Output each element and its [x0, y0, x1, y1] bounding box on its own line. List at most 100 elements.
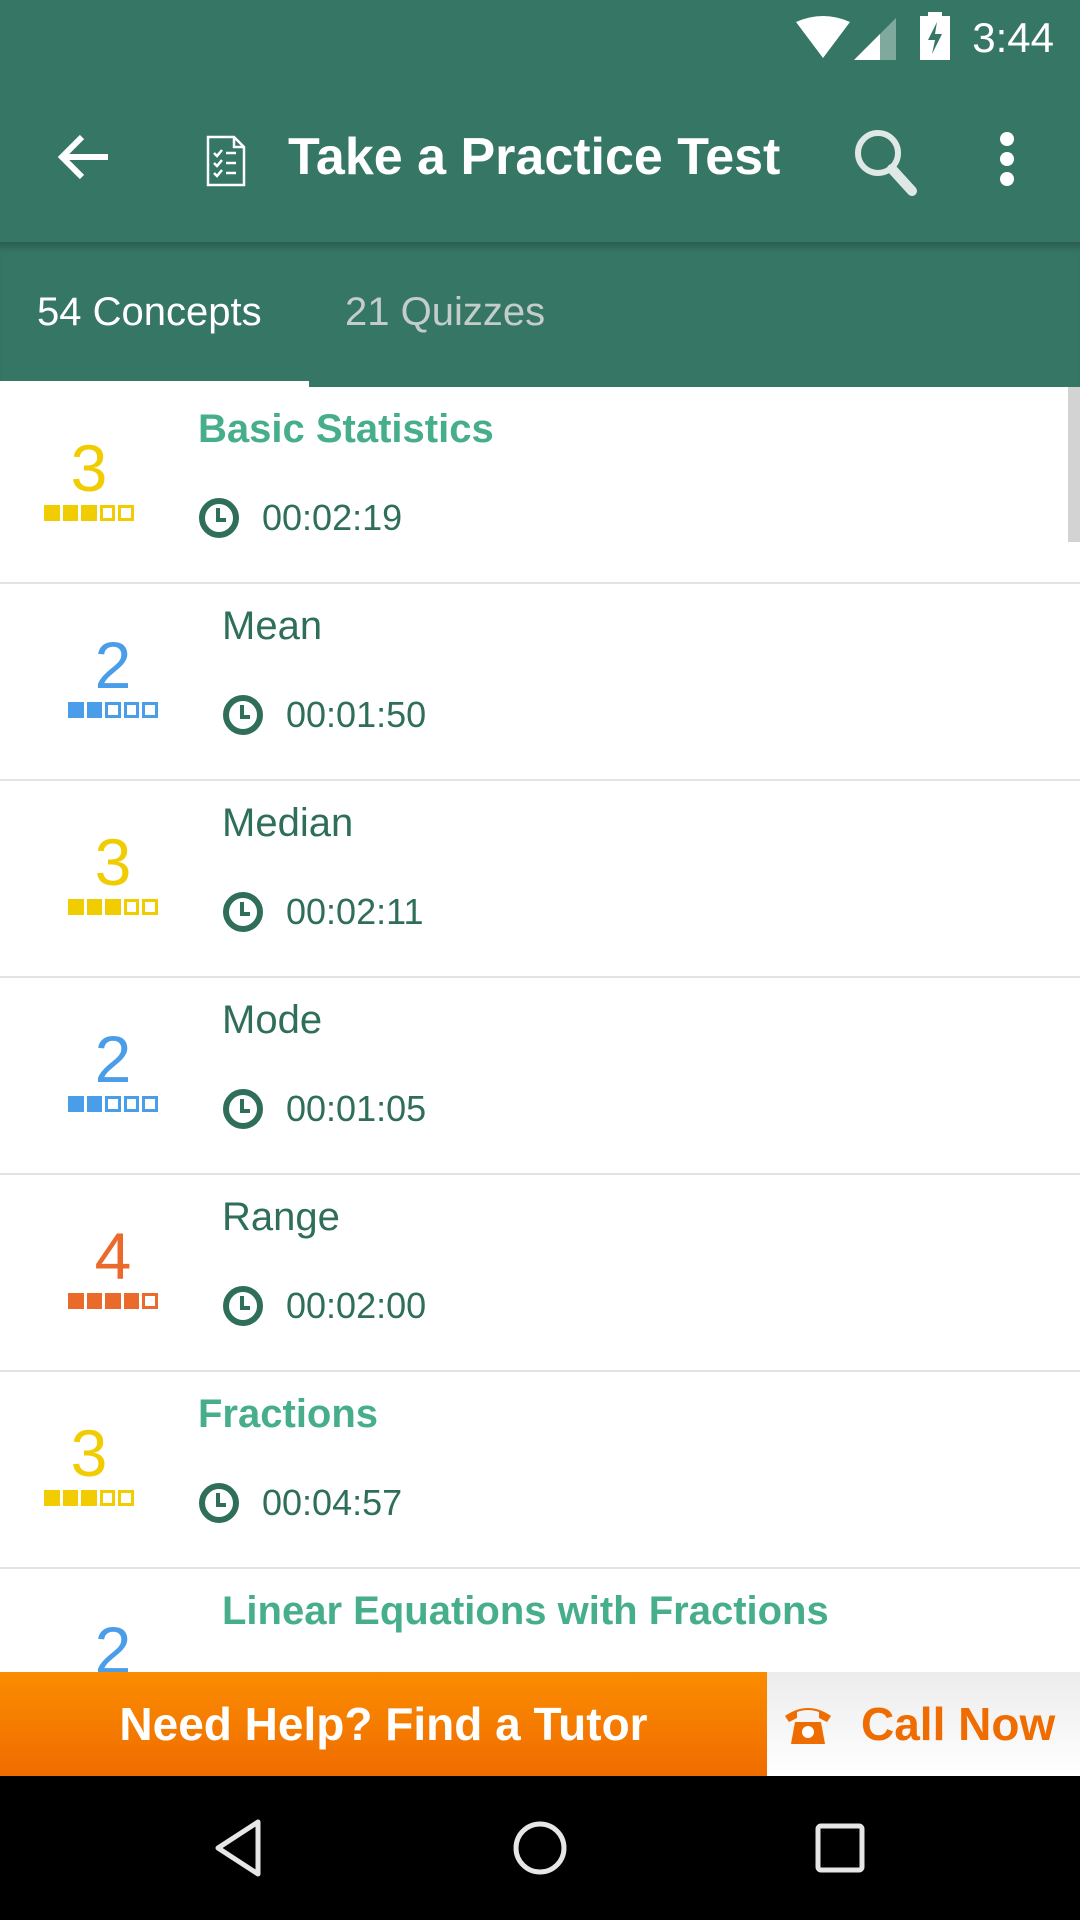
status-time: 3:44	[972, 14, 1054, 61]
level-pip-empty	[123, 1096, 140, 1112]
level-pip-empty	[142, 1293, 158, 1309]
level-pip-empty	[118, 1490, 134, 1506]
call-now-button[interactable]: Call Now	[767, 1672, 1080, 1776]
concept-list: 3 Basic Statistics 00:02:19 2 Mean 00:01:50 3 M…	[0, 387, 1080, 1672]
clock-icon	[223, 1089, 263, 1129]
wifi-icon	[796, 16, 850, 58]
level-pip-filled	[68, 1096, 84, 1112]
item-duration: 00:02:19	[198, 497, 402, 539]
level-pip-empty	[105, 702, 121, 718]
scrollbar[interactable]	[1068, 387, 1080, 542]
level-score: 2	[94, 1613, 132, 1672]
level-pip-filled	[86, 899, 103, 915]
item-name: Range	[222, 1195, 340, 1239]
level-score: 3	[70, 1416, 108, 1490]
level-score: 4	[94, 1219, 132, 1293]
item-name: Mode	[222, 998, 323, 1042]
home-nav-icon[interactable]	[508, 1816, 572, 1880]
level-pip-empty	[118, 505, 134, 521]
duration-text: 00:01:05	[286, 1088, 427, 1129]
level-meter	[44, 505, 134, 521]
tab-quizzes[interactable]: 21 Quizzes	[345, 290, 545, 335]
item-duration: 00:02:11	[222, 891, 423, 933]
find-tutor-button[interactable]: Need Help? Find a Tutor	[0, 1672, 767, 1776]
level-pip-filled	[44, 505, 60, 521]
item-duration: 00:01:50	[222, 694, 426, 736]
concept-row[interactable]: 2 Linear Equations with Fractions	[0, 1569, 1080, 1672]
level-pip-empty	[99, 1490, 116, 1506]
tutor-banner: Need Help? Find a Tutor Call Now	[0, 1672, 1080, 1776]
duration-text: 00:02:00	[286, 1285, 427, 1326]
topic-row[interactable]: 3 Fractions 00:04:57	[0, 1372, 1080, 1569]
signal-icon	[854, 18, 896, 60]
level-pip-filled	[44, 1490, 60, 1506]
level-pip-empty	[142, 1096, 158, 1112]
level-meter	[68, 702, 158, 718]
item-name: Fractions	[198, 1392, 379, 1436]
item-duration: 00:04:57	[198, 1482, 402, 1524]
concept-row[interactable]: 3 Median 00:02:11	[0, 781, 1080, 978]
level-pip-empty	[142, 702, 158, 718]
level-score: 2	[94, 1022, 132, 1096]
recents-nav-icon[interactable]	[808, 1816, 872, 1880]
item-name: Basic Statistics	[198, 407, 494, 451]
item-duration: 00:02:00	[222, 1285, 426, 1327]
level-pip-filled	[68, 1293, 84, 1309]
level-pip-filled	[86, 1096, 103, 1112]
level-pip-empty	[142, 899, 158, 915]
item-duration: 00:01:05	[222, 1088, 426, 1130]
battery-charging-icon	[920, 12, 950, 60]
concept-row[interactable]: 4 Range 00:02:00	[0, 1175, 1080, 1372]
level-pip-filled	[62, 505, 79, 521]
duration-text: 00:04:57	[262, 1482, 403, 1523]
item-name: Median	[222, 801, 354, 845]
duration-text: 00:02:19	[262, 497, 403, 538]
clock-icon	[223, 1286, 263, 1326]
phone-icon	[785, 1708, 831, 1744]
duration-text: 00:01:50	[286, 694, 427, 735]
level-pip-filled	[105, 899, 121, 915]
arrow-back-icon[interactable]	[56, 129, 112, 185]
item-name: Linear Equations with Fractions	[222, 1589, 829, 1633]
concept-row[interactable]: 2 Mean 00:01:50	[0, 584, 1080, 781]
tab-bar: 54 Concepts 21 Quizzes	[0, 242, 1080, 387]
level-pip-filled	[68, 702, 84, 718]
level-meter	[68, 1293, 158, 1309]
level-score: 3	[94, 825, 132, 899]
tab-concepts[interactable]: 54 Concepts	[37, 290, 262, 335]
level-pip-empty	[123, 899, 140, 915]
concept-row[interactable]: 2 Mode 00:01:05	[0, 978, 1080, 1175]
level-score: 3	[70, 431, 108, 505]
clock-icon	[199, 1483, 239, 1523]
clock-icon	[223, 695, 263, 735]
search-icon[interactable]	[850, 125, 922, 197]
level-pip-empty	[105, 1096, 121, 1112]
level-pip-empty	[99, 505, 116, 521]
app-bar: 3:44 Take a Practice Test	[0, 0, 1080, 242]
level-pip-filled	[86, 702, 103, 718]
level-meter	[44, 1490, 134, 1506]
level-pip-filled	[62, 1490, 79, 1506]
page-title: Take a Practice Test	[288, 128, 781, 186]
level-pip-filled	[81, 505, 97, 521]
item-name: Mean	[222, 604, 323, 648]
level-pip-filled	[86, 1293, 103, 1309]
level-meter	[68, 1096, 158, 1112]
level-pip-filled	[68, 899, 84, 915]
level-meter	[68, 899, 158, 915]
topic-row[interactable]: 3 Basic Statistics 00:02:19	[0, 387, 1080, 584]
clock-icon	[223, 892, 263, 932]
checklist-document-icon	[206, 135, 246, 187]
toolbar: Take a Practice Test	[0, 75, 1080, 242]
level-pip-filled	[123, 1293, 140, 1309]
status-bar: 3:44	[0, 0, 1080, 75]
back-nav-icon[interactable]	[208, 1816, 272, 1880]
level-pip-empty	[123, 702, 140, 718]
level-score: 2	[94, 628, 132, 702]
call-now-label: Call Now	[861, 1698, 1056, 1750]
level-pip-filled	[81, 1490, 97, 1506]
more-vert-icon[interactable]	[996, 131, 1018, 187]
clock-icon	[199, 498, 239, 538]
system-nav-bar	[0, 1776, 1080, 1920]
level-pip-filled	[105, 1293, 121, 1309]
